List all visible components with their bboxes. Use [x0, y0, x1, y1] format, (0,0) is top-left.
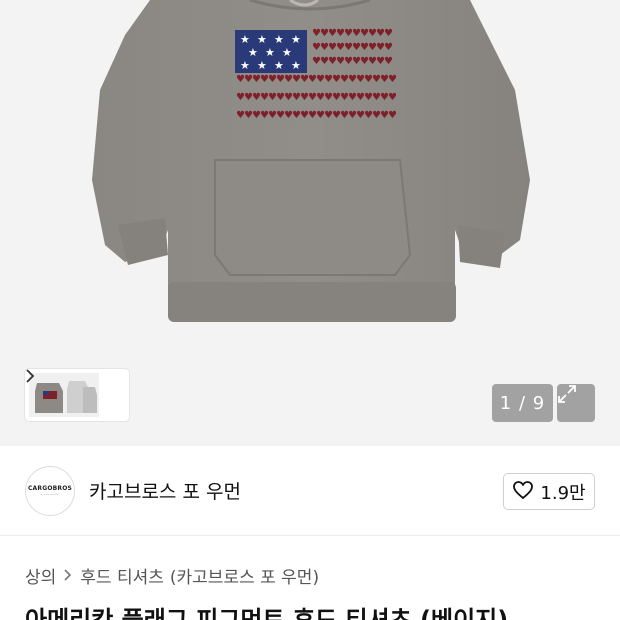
brand-name[interactable]: 카고브로스 포 우먼: [89, 477, 241, 504]
flag-heart: ♥: [388, 74, 397, 85]
flag-heart: ♥: [384, 56, 393, 67]
brand-row: CARGOBROS ──────── 카고브로스 포 우먼 1.9만: [0, 446, 620, 536]
brand-logo-subline: ────────: [40, 493, 60, 497]
svg-text:★: ★: [291, 59, 301, 72]
thumbnail-image[interactable]: [29, 373, 99, 417]
svg-text:★: ★: [240, 59, 250, 72]
svg-text:★: ★: [265, 46, 275, 59]
svg-text:★: ★: [257, 59, 267, 72]
like-button[interactable]: 1.9만: [503, 473, 595, 510]
breadcrumb: 상의 후드 티셔츠 (카고브로스 포 우먼): [25, 563, 319, 588]
breadcrumb-item-subcategory[interactable]: 후드 티셔츠: [80, 563, 164, 588]
brand-logo-text: CARGOBROS: [27, 485, 73, 492]
expand-button[interactable]: [557, 384, 595, 422]
svg-text:★: ★: [274, 33, 284, 46]
brand-logo[interactable]: CARGOBROS ────────: [25, 466, 75, 516]
flag-heart: ♥: [388, 110, 397, 121]
product-image-gallery[interactable]: ★ ★ ★ ★ ★ ★ ★ ★ ★ ★ ★ ♥ ♥ ♥ ♥ ♥ ♥ ♥ ♥ ♥ ♥ ♥ ♥ ♥ ♥ ♥ ♥ ♥ ♥ ♥ ♥ ♥ ♥ ♥ ♥ ♥ ♥…: [0, 0, 620, 446]
flag-heart: ♥: [384, 28, 393, 39]
image-counter: 1 / 9: [492, 384, 553, 422]
breadcrumb-item-category[interactable]: 상의: [25, 563, 56, 588]
breadcrumb-item-brand[interactable]: (카고브로스 포 우먼): [170, 563, 319, 588]
thumbnail-strip[interactable]: [25, 369, 129, 421]
svg-text:★: ★: [274, 59, 284, 72]
svg-text:★: ★: [248, 46, 258, 59]
svg-text:★: ★: [240, 33, 250, 46]
flag-heart: ♥: [384, 42, 393, 53]
flag-heart: ♥: [388, 92, 397, 103]
svg-text:★: ★: [257, 33, 267, 46]
svg-text:★: ★: [291, 33, 301, 46]
like-count: 1.9만: [540, 482, 586, 504]
heart-outline-icon: [512, 480, 534, 504]
svg-text:★: ★: [282, 46, 292, 59]
product-title: 아메리칸 플래그 피그먼트 후드 티셔츠 (베이지): [25, 606, 509, 620]
chevron-right-icon: [64, 567, 72, 585]
